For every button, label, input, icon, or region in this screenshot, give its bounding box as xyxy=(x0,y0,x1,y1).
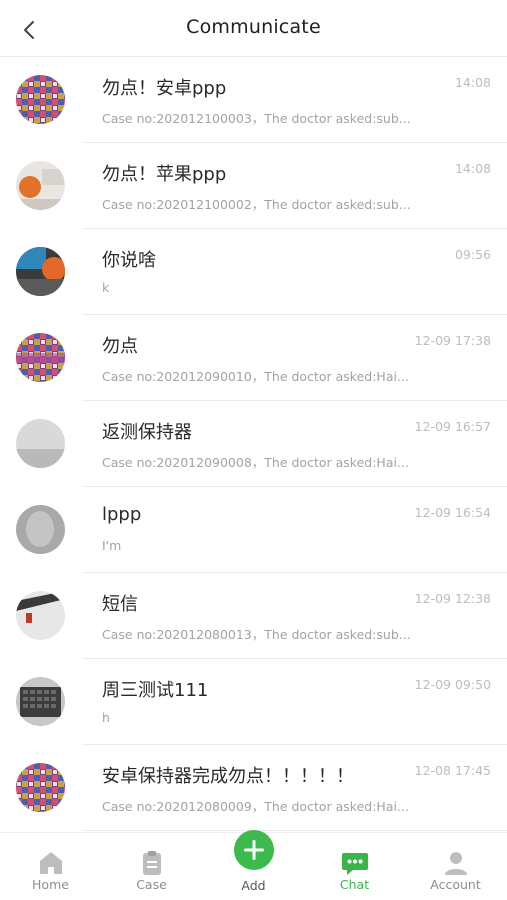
conversation-preview: Case no:202012080013，The doctor asked:su… xyxy=(102,627,411,642)
conversation-title: 返测保持器 xyxy=(102,422,192,443)
clipboard-icon xyxy=(138,850,166,876)
conversation-list: 勿点！安卓ppp Case no:202012100003，The doctor… xyxy=(0,57,507,831)
conversation-preview: Case no:202012090010，The doctor asked:Ha… xyxy=(102,369,409,384)
conversation-title: 短信 xyxy=(102,594,138,615)
conversation-time: 14:08 xyxy=(454,161,491,176)
conversation-time: 14:08 xyxy=(454,75,491,90)
tab-add[interactable]: Add xyxy=(203,830,304,900)
tab-label: Home xyxy=(32,877,69,892)
conversation-item[interactable]: 勿点 Case no:202012090010，The doctor asked… xyxy=(0,315,507,401)
tab-label: Add xyxy=(241,878,266,893)
avatar xyxy=(16,161,65,210)
tab-chat[interactable]: Chat xyxy=(304,833,405,900)
person-icon xyxy=(442,850,470,876)
chat-bubble-icon xyxy=(341,850,369,876)
conversation-item[interactable]: 你说啥 k 09:56 xyxy=(0,229,507,315)
avatar xyxy=(16,75,65,124)
plus-icon xyxy=(243,840,264,860)
tab-account[interactable]: Account xyxy=(405,833,506,900)
conversation-preview: I'm xyxy=(102,538,122,553)
conversation-title: 勿点 xyxy=(102,336,138,357)
conversation-preview: Case no:202012100002，The doctor asked:su… xyxy=(102,197,411,212)
home-icon xyxy=(37,850,65,876)
avatar xyxy=(16,763,65,812)
avatar xyxy=(16,333,65,382)
conversation-time: 12-09 16:57 xyxy=(414,419,491,434)
conversation-item[interactable]: 周三测试111 h 12-09 09:50 xyxy=(0,659,507,745)
conversation-title: lppp xyxy=(102,504,142,525)
tab-case[interactable]: Case xyxy=(101,833,202,900)
conversation-preview: Case no:202012080009，The doctor asked:Ha… xyxy=(102,799,409,814)
conversation-time: 12-09 09:50 xyxy=(414,677,491,692)
conversation-item[interactable]: 返测保持器 Case no:202012090008，The doctor as… xyxy=(0,401,507,487)
tab-label: Case xyxy=(136,877,167,892)
add-button[interactable] xyxy=(233,830,274,870)
conversation-preview: Case no:202012090008，The doctor asked:Ha… xyxy=(102,455,409,470)
conversation-preview: h xyxy=(102,710,110,725)
tab-label: Chat xyxy=(339,877,370,892)
bottom-tab-bar: Home Case Add Chat Account xyxy=(0,830,507,900)
conversation-preview: Case no:202012100003，The doctor asked:su… xyxy=(102,111,411,126)
conversation-time: 12-09 12:38 xyxy=(414,591,491,606)
conversation-item[interactable]: 勿点！安卓ppp Case no:202012100003，The doctor… xyxy=(0,57,507,143)
conversation-title: 你说啥 xyxy=(102,250,156,271)
conversation-time: 12-08 17:45 xyxy=(414,763,491,778)
top-bar: Communicate xyxy=(0,0,507,57)
conversation-title: 勿点！苹果ppp xyxy=(102,164,227,185)
avatar xyxy=(16,505,65,554)
divider xyxy=(82,830,507,831)
conversation-item[interactable]: 勿点！苹果ppp Case no:202012100002，The doctor… xyxy=(0,143,507,229)
conversation-title: 安卓保持器完成勿点！！！！！ xyxy=(102,766,354,787)
conversation-time: 12-09 17:38 xyxy=(414,333,491,348)
conversation-time: 09:56 xyxy=(454,247,491,262)
conversation-title: 勿点！安卓ppp xyxy=(102,78,227,99)
conversation-title: 周三测试111 xyxy=(102,680,209,701)
conversation-item[interactable]: lppp I'm 12-09 16:54 xyxy=(0,487,507,573)
conversation-preview: k xyxy=(102,280,110,295)
page-title: Communicate xyxy=(186,16,321,38)
tab-home[interactable]: Home xyxy=(0,833,101,900)
conversation-time: 12-09 16:54 xyxy=(414,505,491,520)
avatar xyxy=(16,247,65,296)
conversation-item[interactable]: 短信 Case no:202012080013，The doctor asked… xyxy=(0,573,507,659)
avatar xyxy=(16,677,65,726)
avatar xyxy=(16,419,65,468)
conversation-item[interactable]: 安卓保持器完成勿点！！！！！ Case no:202012080009，The … xyxy=(0,745,507,831)
tab-label: Account xyxy=(430,877,481,892)
avatar xyxy=(16,591,65,640)
